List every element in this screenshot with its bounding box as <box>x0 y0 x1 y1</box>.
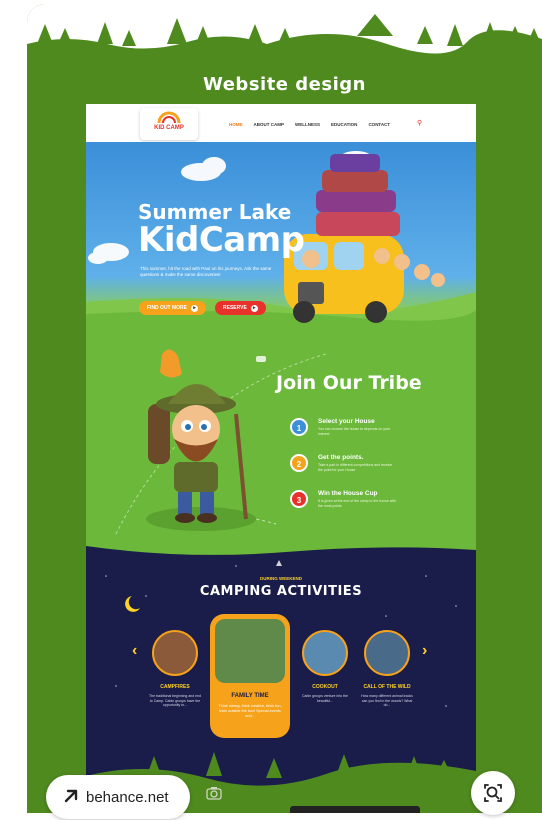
activities-section: DURING WEEKEND CAMPING ACTIVITIES ‹ › CA… <box>86 546 476 813</box>
lens-search-icon <box>484 784 502 802</box>
chevron-right-icon: › <box>422 642 428 659</box>
activity-photo <box>152 630 198 676</box>
activity-desc: Think messy, think creative, think fun, … <box>218 704 282 718</box>
activity-photo <box>364 630 410 676</box>
arrow-up-right-icon <box>64 789 78 803</box>
mock-nav: KID CAMP HOME ABOUT CAMP WELLNESS EDUCAT… <box>86 104 476 142</box>
hero-title-line2: KidCamp <box>138 220 305 260</box>
nav-link-wellness: WELLNESS <box>295 122 321 127</box>
activity-cookout: COOKOUT Cabin groups venture into the be… <box>298 630 352 703</box>
sun-logo-icon <box>157 111 181 124</box>
step-desc: You can choose the house to depends on y… <box>318 427 391 436</box>
reserve-button: RESERVE ▸ <box>215 301 266 315</box>
activity-desc: How many different animal tracks can you… <box>361 694 413 707</box>
tribe-title: Join Our Tribe <box>276 372 422 394</box>
logo: KID CAMP <box>140 108 198 140</box>
visual-search-button[interactable] <box>471 771 515 815</box>
activities-pretitle: DURING WEEKEND <box>259 576 302 581</box>
nav-link-home: HOME <box>229 122 243 127</box>
step-number: 2 <box>290 454 308 472</box>
source-label: behance.net <box>86 789 169 806</box>
hero-section: Summer Lake KidCamp This summer, hit the… <box>86 142 476 334</box>
source-link[interactable]: behance.net <box>46 775 190 819</box>
activity-name: FAMILY TIME <box>231 693 269 699</box>
website-mockup: KID CAMP HOME ABOUT CAMP WELLNESS EDUCAT… <box>86 104 476 813</box>
image-card[interactable]: Website design KID CAMP HOME ABOUT CAMP … <box>27 4 542 813</box>
activity-desc: The traditional beginning and end to Cam… <box>149 694 201 707</box>
tribe-section: Join Our Tribe 1 Select your House You c… <box>86 334 476 546</box>
activity-call-of-the-wild: CALL OF THE WILD How many different anim… <box>360 630 414 708</box>
chevron-left-icon: ‹ <box>132 642 138 659</box>
nav-links: HOME ABOUT CAMP WELLNESS EDUCATION CONTA… <box>229 122 390 127</box>
activity-photo <box>302 630 348 676</box>
activity-name: CALL OF THE WILD <box>363 684 411 690</box>
card-title: Website design <box>203 74 366 95</box>
logo-text: KID CAMP <box>154 125 184 131</box>
activity-desc: Cabin groups venture into the beautiful.… <box>302 694 348 703</box>
scout-illustration <box>115 349 327 535</box>
step-desc: It is given at the end of the camp to th… <box>318 499 397 508</box>
activity-name: CAMPFIRES <box>160 684 190 690</box>
find-out-more-button: FIND OUT MORE ▸ <box>139 301 206 315</box>
step-title: Get the points. <box>318 454 364 461</box>
activity-photo <box>215 619 285 683</box>
step-number: 1 <box>290 418 308 436</box>
step-title: Win the House Cup <box>318 490 378 497</box>
search-icon: ⚲ <box>417 120 423 127</box>
nav-link-contact: CONTACT <box>368 122 391 127</box>
activity-campfires: CAMPFIRES The traditional beginning and … <box>148 630 202 708</box>
step-title: Select your House <box>318 418 375 425</box>
device-edge <box>290 806 420 813</box>
arrow-right-icon: ▸ <box>250 304 258 312</box>
activity-name: COOKOUT <box>312 684 338 690</box>
step-desc: Take a part in different competitions an… <box>318 463 393 472</box>
hero-text: This summer, hit the road with Paul on h… <box>140 266 272 277</box>
forest-border <box>27 4 542 74</box>
camera-icon <box>206 787 222 800</box>
activity-family-time: FAMILY TIME Think messy, think creative,… <box>210 614 290 738</box>
nav-link-about: ABOUT CAMP <box>253 122 285 127</box>
step-number: 3 <box>290 490 308 508</box>
find-out-more-label: FIND OUT MORE <box>147 305 187 311</box>
arrow-right-icon: ▸ <box>191 304 198 312</box>
nav-link-education: EDUCATION <box>331 122 358 127</box>
activities-title: CAMPING ACTIVITIES <box>199 584 363 599</box>
reserve-label: RESERVE <box>223 305 247 311</box>
